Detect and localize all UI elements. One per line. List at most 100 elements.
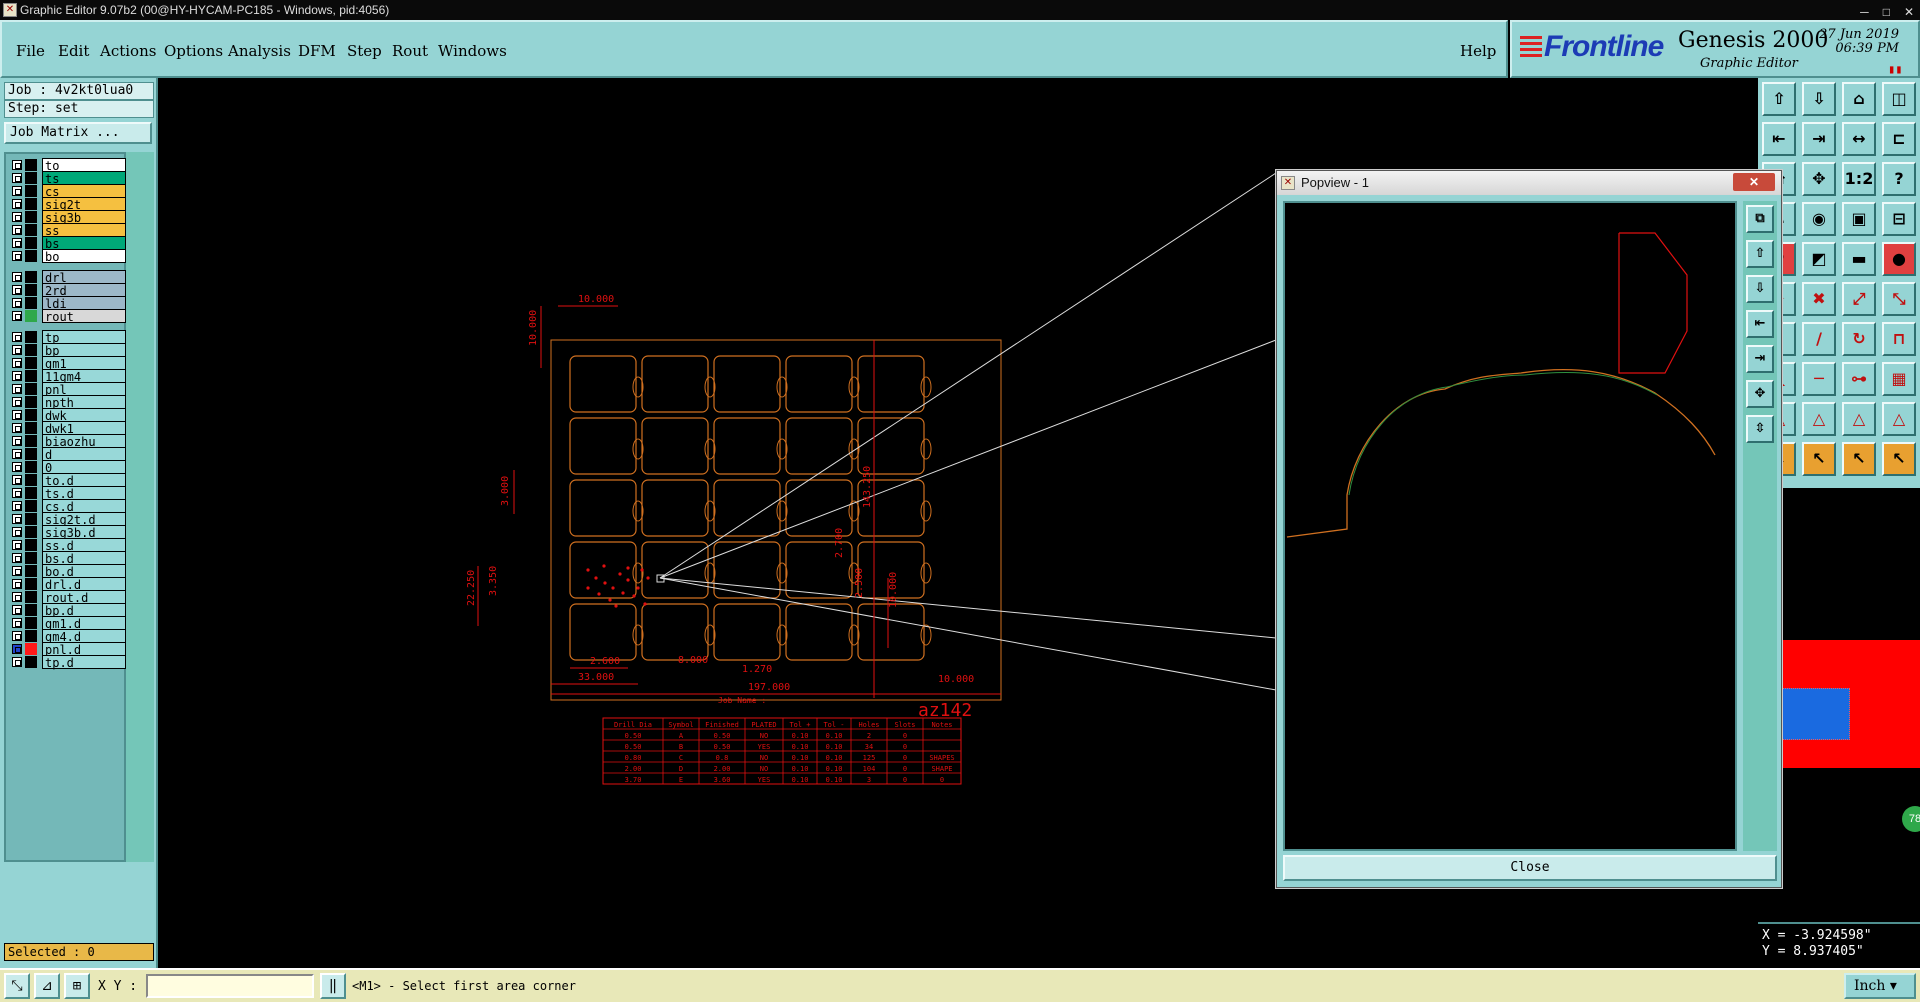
- tool-icon-26[interactable]: /: [1802, 322, 1836, 356]
- layer-row-0[interactable]: 0: [10, 460, 126, 475]
- layer-row-npth[interactable]: npth: [10, 395, 126, 410]
- menu-windows[interactable]: Windows: [438, 42, 507, 60]
- menu-options[interactable]: Options: [164, 42, 223, 60]
- tool-icon-5[interactable]: ⇤: [1762, 122, 1796, 156]
- layer-affected-marker[interactable]: [25, 591, 37, 603]
- layer-checkbox[interactable]: [12, 345, 22, 355]
- popview-close-icon[interactable]: ✕: [1733, 173, 1775, 191]
- layer-checkbox[interactable]: [12, 371, 22, 381]
- layer-affected-marker[interactable]: [25, 396, 37, 408]
- job-matrix-button[interactable]: Job Matrix ...: [4, 122, 152, 144]
- layer-row-pnl-d[interactable]: pnl.d: [10, 642, 126, 657]
- tool-icon-30[interactable]: ─: [1802, 362, 1836, 396]
- tool-icon-4[interactable]: ◫: [1882, 82, 1916, 116]
- popview-close-button[interactable]: Close: [1283, 855, 1777, 881]
- layer-checkbox[interactable]: [12, 251, 22, 261]
- tool-icon-23[interactable]: ⤢: [1842, 282, 1876, 316]
- layer-row-bs-d[interactable]: bs.d: [10, 551, 126, 566]
- layer-checkbox[interactable]: [12, 514, 22, 524]
- layer-affected-marker[interactable]: [25, 409, 37, 421]
- layer-row-to[interactable]: to: [10, 158, 126, 173]
- layer-affected-marker[interactable]: [25, 284, 37, 296]
- layer-affected-marker[interactable]: [25, 578, 37, 590]
- tool-icon-38[interactable]: ↖: [1802, 442, 1836, 476]
- tool-icon-2[interactable]: ⇩: [1802, 82, 1836, 116]
- layer-row-gm4-d[interactable]: gm4.d: [10, 629, 126, 644]
- layer-checkbox[interactable]: [12, 272, 22, 282]
- close-icon[interactable]: ✕: [1904, 2, 1914, 22]
- layer-checkbox[interactable]: [12, 462, 22, 472]
- layer-affected-marker[interactable]: [25, 474, 37, 486]
- layer-row-drl[interactable]: drl: [10, 270, 126, 285]
- menu-help[interactable]: Help: [1460, 42, 1496, 60]
- tool-icon-34[interactable]: △: [1802, 402, 1836, 436]
- layer-row-bs[interactable]: bs: [10, 236, 126, 251]
- menu-step[interactable]: Step: [347, 42, 382, 60]
- layer-checkbox[interactable]: [12, 358, 22, 368]
- tool-icon-22[interactable]: ✖: [1802, 282, 1836, 316]
- layer-checkbox[interactable]: [12, 397, 22, 407]
- layer-affected-marker[interactable]: [25, 604, 37, 616]
- layer-row-bo-d[interactable]: bo.d: [10, 564, 126, 579]
- layer-row-ts-d[interactable]: ts.d: [10, 486, 126, 501]
- popview-tool-icon-2[interactable]: ⇧: [1746, 240, 1774, 268]
- layer-row-ldi[interactable]: ldi: [10, 296, 126, 311]
- tool-icon-35[interactable]: △: [1842, 402, 1876, 436]
- layer-checkbox[interactable]: [12, 238, 22, 248]
- xy-input[interactable]: [146, 974, 314, 998]
- menu-analysis[interactable]: Analysis: [228, 42, 291, 60]
- tool-icon-36[interactable]: △: [1882, 402, 1916, 436]
- layer-affected-marker[interactable]: [25, 539, 37, 551]
- tool-icon-1[interactable]: ⇧: [1762, 82, 1796, 116]
- layer-affected-marker[interactable]: [25, 331, 37, 343]
- layer-row-biaozhu[interactable]: biaozhu: [10, 434, 126, 449]
- tool-icon-11[interactable]: 1:2: [1842, 162, 1876, 196]
- tool-icon-12[interactable]: ?: [1882, 162, 1916, 196]
- tool-icon-24[interactable]: ⤡: [1882, 282, 1916, 316]
- layer-affected-marker[interactable]: [25, 617, 37, 629]
- zoom-area-icon[interactable]: ⤡: [4, 973, 30, 999]
- layer-checkbox[interactable]: [12, 199, 22, 209]
- tool-icon-3[interactable]: ⌂: [1842, 82, 1876, 116]
- tool-icon-10[interactable]: ✥: [1802, 162, 1836, 196]
- layer-row-gm1[interactable]: gm1: [10, 356, 126, 371]
- layer-affected-marker[interactable]: [25, 513, 37, 525]
- layer-affected-marker[interactable]: [25, 344, 37, 356]
- popview-tool-icon-7[interactable]: ⇳: [1746, 415, 1774, 443]
- layer-affected-marker[interactable]: [25, 630, 37, 642]
- menu-edit[interactable]: Edit: [58, 42, 89, 60]
- layer-checkbox[interactable]: [12, 311, 22, 321]
- layer-affected-marker[interactable]: [25, 310, 37, 322]
- layer-affected-marker[interactable]: [25, 198, 37, 210]
- tool-icon-14[interactable]: ◉: [1802, 202, 1836, 236]
- popview-tool-icon-6[interactable]: ✥: [1746, 380, 1774, 408]
- layer-affected-marker[interactable]: [25, 422, 37, 434]
- layer-affected-marker[interactable]: [25, 357, 37, 369]
- popview-tool-icon-4[interactable]: ⇤: [1746, 310, 1774, 338]
- layer-affected-marker[interactable]: [25, 435, 37, 447]
- measure-icon[interactable]: ⊿: [34, 973, 60, 999]
- tool-icon-40[interactable]: ↖: [1882, 442, 1916, 476]
- layer-affected-marker[interactable]: [25, 250, 37, 262]
- layer-affected-marker[interactable]: [25, 656, 37, 668]
- layer-checkbox[interactable]: [12, 475, 22, 485]
- layer-affected-marker[interactable]: [25, 271, 37, 283]
- tool-icon-39[interactable]: ↖: [1842, 442, 1876, 476]
- layer-affected-marker[interactable]: [25, 211, 37, 223]
- layer-row-2rd[interactable]: 2rd: [10, 283, 126, 298]
- layer-checkbox[interactable]: [12, 631, 22, 641]
- layer-checkbox[interactable]: [12, 566, 22, 576]
- layer-row-dwk1[interactable]: dwk1: [10, 421, 126, 436]
- layer-row-rout[interactable]: rout: [10, 309, 126, 324]
- layer-checkbox[interactable]: [12, 423, 22, 433]
- layer-checkbox[interactable]: [12, 592, 22, 602]
- tool-icon-32[interactable]: ▦: [1882, 362, 1916, 396]
- layer-affected-marker[interactable]: [25, 383, 37, 395]
- layer-row-ss-d[interactable]: ss.d: [10, 538, 126, 553]
- floating-badge[interactable]: 78: [1902, 806, 1920, 832]
- layer-affected-marker[interactable]: [25, 526, 37, 538]
- popview-tool-icon-1[interactable]: ⧉: [1746, 205, 1774, 233]
- layer-checkbox[interactable]: [12, 384, 22, 394]
- tool-icon-28[interactable]: ⊓: [1882, 322, 1916, 356]
- layer-row-drl-d[interactable]: drl.d: [10, 577, 126, 592]
